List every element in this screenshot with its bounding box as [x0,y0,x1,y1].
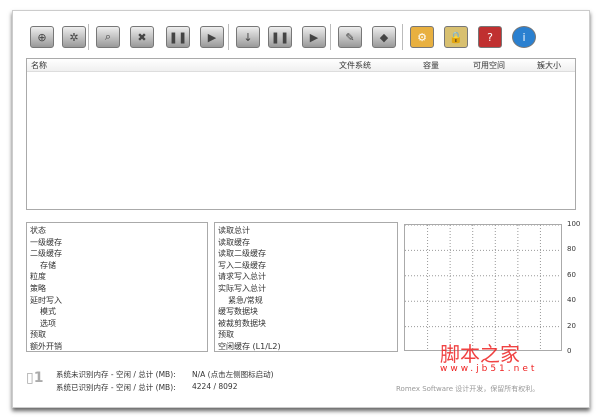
copyright-text: Romex Software 设计开发，保留所有权利。 [396,385,540,393]
toolbar-separator [228,24,229,50]
left-panel-row: 粒度 [30,272,46,282]
column-capacity[interactable]: 容量 [423,60,439,71]
left-panel-row: 一级缓存 [30,237,62,247]
settings-disk-button[interactable]: ✲ [62,26,86,48]
column-name[interactable]: 名称 [31,60,47,71]
edit-icon: ✎ [338,26,362,48]
usage-graph [404,224,562,351]
options-icon: ⚙ [410,26,434,48]
disk-list[interactable]: 名称 文件系统 容量 可用空间 簇大小 [26,58,576,210]
watermark-title: 脚本之家 [440,342,520,366]
mid-panel-row: 写入二级缓存 [218,260,266,270]
column-filesystem[interactable]: 文件系统 [339,60,371,71]
play-disk-button[interactable]: ▶ [200,26,224,48]
chip-button[interactable]: ◆ [372,26,396,48]
column-cluster-size[interactable]: 簇大小 [537,60,561,71]
y-tick-label: 0 [567,347,572,355]
left-panel-row: 策略 [30,283,46,293]
help-button[interactable]: ? [478,26,502,48]
search-disk-icon: ⌕ [96,26,120,48]
mid-panel-row: 读取缓存 [218,237,250,247]
column-free-space[interactable]: 可用空间 [473,60,505,71]
remove-disk-button[interactable]: ✖ [130,26,154,48]
memory-icon[interactable]: ▯1 [26,370,43,386]
mid-panel-row: 紧急/常规 [228,295,263,305]
mid-panel-row: 读取二级缓存 [218,249,266,259]
license-button[interactable]: 🔒 [444,26,468,48]
mid-panel-row: 实际写入总计 [218,283,266,293]
recognized-memory-label: 系统已识别内存 - 空闲 / 总计 (MB): [56,383,176,392]
mid-panel-row: 预取 [218,330,234,340]
search-disk-button[interactable]: ⌕ [96,26,120,48]
left-panel-row: 存储 [40,260,56,270]
left-panel-row: 预取 [30,330,46,340]
remove-disk-icon: ✖ [130,26,154,48]
y-tick-label: 100 [567,220,581,228]
cache-info-panel: 状态一级缓存二级缓存 存储粒度 策略延时写入模式 选项预取 额外开销 [26,222,208,352]
left-panel-row: 状态 [30,226,46,235]
flush-icon: ↓ [236,26,260,48]
about-button[interactable]: i [512,26,536,48]
mid-panel-row: 请求写入总计 [218,272,266,282]
y-tick-label: 60 [567,270,576,279]
recognized-memory-value: 4224 / 8092 [192,382,238,391]
options-button[interactable]: ⚙ [410,26,434,48]
pause-all-icon: ❚❚ [268,26,292,48]
toolbar-separator [88,24,89,50]
add-disk-icon: ⊕ [30,26,54,48]
pause-all-button[interactable]: ❚❚ [268,26,292,48]
flush-button[interactable]: ↓ [236,26,260,48]
about-icon: i [512,26,536,48]
left-panel-row: 额外开销 [30,341,62,351]
settings-disk-icon: ✲ [62,26,86,48]
start-all-button[interactable]: ▶ [302,26,326,48]
pause-disk-button[interactable]: ❚❚ [166,26,190,48]
mid-panel-row: 缓写数据块 [218,307,258,317]
left-panel-row: 二级缓存 [30,249,62,259]
add-disk-button[interactable]: ⊕ [30,26,54,48]
list-header: 名称 文件系统 容量 可用空间 簇大小 [27,59,575,72]
mid-panel-row: 空闲缓存 (L1/L2) [218,341,281,351]
left-panel-row: 延时写入 [30,295,62,305]
mid-panel-row: 读取总计 [218,226,250,235]
unrecognized-memory-value: N/A (点击左侧图标启动) [192,370,274,379]
help-icon: ? [478,26,502,48]
unrecognized-memory-label: 系统未识别内存 - 空闲 / 总计 (MB): [56,370,176,379]
start-all-icon: ▶ [302,26,326,48]
left-panel-row: 模式 [40,307,56,317]
left-panel-row: 选项 [40,318,56,328]
edit-button[interactable]: ✎ [338,26,362,48]
toolbar-separator [330,24,331,50]
toolbar-separator [402,24,403,50]
play-disk-icon: ▶ [200,26,224,48]
chip-icon: ◆ [372,26,396,48]
watermark-url: www.jb51.net [440,364,538,374]
license-icon: 🔒 [444,26,468,48]
y-tick-label: 40 [567,296,576,305]
y-tick-label: 20 [567,321,576,330]
stats-panel: 读取总计读取缓存读取二级缓存 写入二级缓存 请求写入总计 实际写入总计紧急/常规缓写数… [214,222,398,352]
mid-panel-row: 被裁剪数据块 [218,318,266,328]
pause-disk-icon: ❚❚ [166,26,190,48]
y-tick-label: 80 [567,245,576,254]
